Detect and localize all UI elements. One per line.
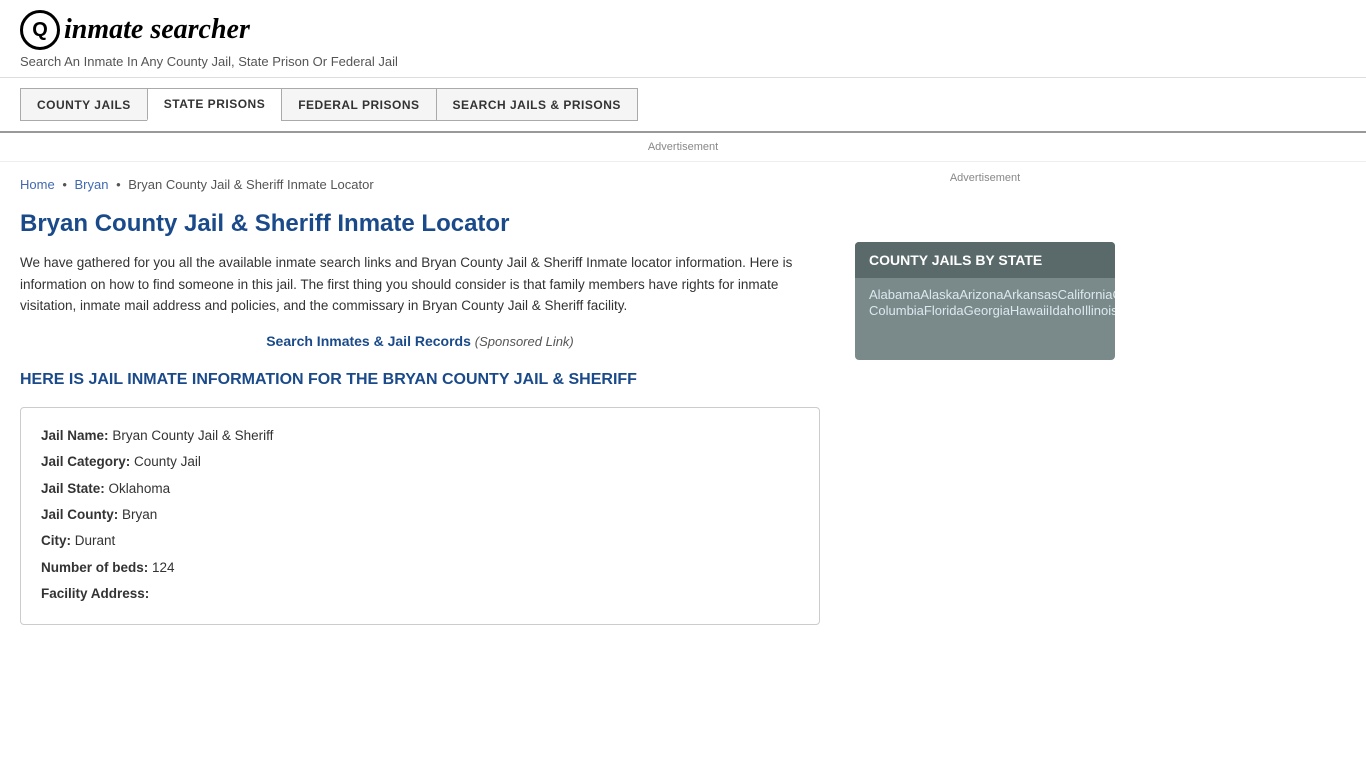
breadcrumb: Home • Bryan • Bryan County Jail & Sheri…: [20, 177, 820, 192]
page-title: Bryan County Jail & Sheriff Inmate Locat…: [20, 210, 820, 238]
breadcrumb-sep1: •: [62, 177, 70, 192]
jail-county-label: Jail County:: [41, 507, 118, 522]
state-link-idaho[interactable]: Idaho: [1049, 301, 1082, 320]
ad-banner: Advertisement: [0, 133, 1366, 162]
city-label: City:: [41, 533, 71, 548]
jail-state-field: Jail State: Oklahoma: [41, 477, 799, 501]
breadcrumb-sep2: •: [116, 177, 124, 192]
sidebar: Advertisement COUNTY JAILS BY STATE Alab…: [840, 162, 1130, 645]
jail-name-label: Jail Name:: [41, 428, 109, 443]
jail-county-value: Bryan: [122, 507, 157, 522]
county-jails-box: COUNTY JAILS BY STATE AlabamaAlaskaArizo…: [855, 242, 1115, 360]
beds-field: Number of beds: 124: [41, 556, 799, 580]
address-field: Facility Address:: [41, 582, 799, 606]
breadcrumb-parent[interactable]: Bryan: [74, 177, 108, 192]
nav-county-jails[interactable]: COUNTY JAILS: [20, 88, 147, 121]
search-link-area: Search Inmates & Jail Records (Sponsored…: [20, 333, 820, 349]
breadcrumb-current: Bryan County Jail & Sheriff Inmate Locat…: [128, 177, 373, 192]
jail-category-field: Jail Category: County Jail: [41, 450, 799, 474]
tagline: Search An Inmate In Any County Jail, Sta…: [20, 54, 1346, 69]
beds-value: 124: [152, 560, 175, 575]
states-left-col: AlabamaAlaskaArizonaArkansasCaliforniaCo…: [869, 286, 1115, 350]
state-link-hawaii[interactable]: Hawaii: [1010, 301, 1049, 320]
description-text: We have gathered for you all the availab…: [20, 252, 820, 317]
state-link-illinois[interactable]: Illinois: [1081, 301, 1115, 320]
info-box: Jail Name: Bryan County Jail & Sheriff J…: [20, 407, 820, 625]
jail-category-value: County Jail: [134, 454, 201, 469]
header: Q inmate searcher Search An Inmate In An…: [0, 0, 1366, 78]
logo-icon: Q: [20, 10, 60, 50]
jail-state-label: Jail State:: [41, 481, 105, 496]
nav-state-prisons[interactable]: STATE PRISONS: [147, 88, 281, 121]
breadcrumb-home[interactable]: Home: [20, 177, 55, 192]
jail-name-value: Bryan County Jail & Sheriff: [112, 428, 273, 443]
nav-federal-prisons[interactable]: FEDERAL PRISONS: [281, 88, 435, 121]
nav-search-jails[interactable]: SEARCH JAILS & PRISONS: [436, 88, 638, 121]
sidebar-ad: Advertisement: [855, 172, 1115, 232]
main-layout: Home • Bryan • Bryan County Jail & Sheri…: [0, 162, 1366, 645]
nav-bar: COUNTY JAILS STATE PRISONS FEDERAL PRISO…: [0, 78, 1366, 133]
jail-category-label: Jail Category:: [41, 454, 130, 469]
content-area: Home • Bryan • Bryan County Jail & Sheri…: [0, 162, 840, 645]
jail-state-value: Oklahoma: [109, 481, 171, 496]
search-inmates-link[interactable]: Search Inmates & Jail Records: [266, 333, 471, 349]
state-link-georgia[interactable]: Georgia: [964, 301, 1010, 320]
beds-label: Number of beds:: [41, 560, 148, 575]
jail-county-field: Jail County: Bryan: [41, 503, 799, 527]
county-jails-list: AlabamaAlaskaArizonaArkansasCaliforniaCo…: [855, 278, 1115, 360]
county-jails-title: COUNTY JAILS BY STATE: [855, 242, 1115, 278]
logo-area: Q inmate searcher: [20, 10, 1346, 50]
address-label: Facility Address:: [41, 586, 149, 601]
sponsored-label: (Sponsored Link): [475, 334, 574, 349]
city-field: City: Durant: [41, 529, 799, 553]
logo-text: inmate searcher: [64, 14, 250, 46]
state-link-florida[interactable]: Florida: [924, 301, 964, 320]
jail-name-field: Jail Name: Bryan County Jail & Sheriff: [41, 424, 799, 448]
city-value: Durant: [75, 533, 116, 548]
nav-inner: COUNTY JAILS STATE PRISONS FEDERAL PRISO…: [20, 88, 1346, 121]
section-header: HERE IS JAIL INMATE INFORMATION FOR THE …: [20, 369, 820, 391]
